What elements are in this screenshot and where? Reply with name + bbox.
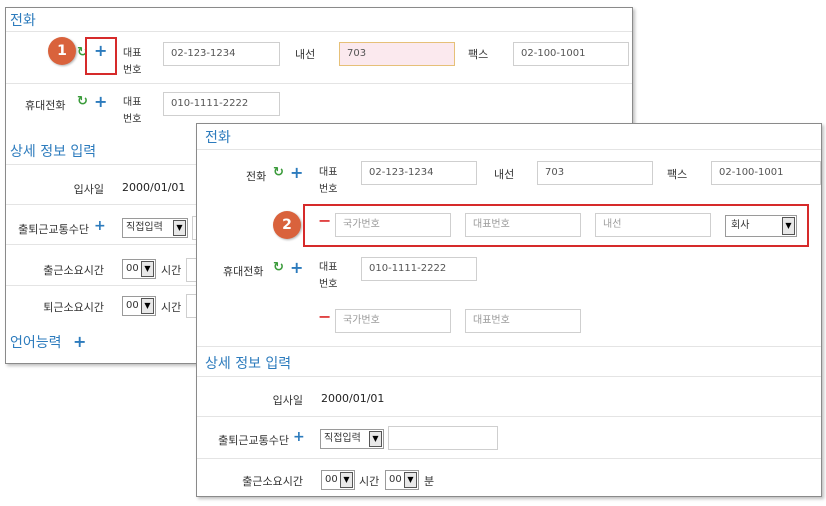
commute-select[interactable]: 직접입력 ▼ xyxy=(122,218,188,238)
extension-label: 내선 xyxy=(295,48,316,61)
commute-select[interactable]: 직접입력 ▼ xyxy=(320,429,384,449)
commute-go-label: 출근소요시간 xyxy=(242,475,303,488)
fax-input[interactable]: 02-100-1001 xyxy=(513,42,629,66)
commute-label: 출퇴근교통수단 xyxy=(18,223,89,236)
hour-label: 시간 xyxy=(161,264,182,277)
fax-input[interactable]: 02-100-1001 xyxy=(711,161,821,185)
add-phone-button[interactable]: + xyxy=(94,43,107,59)
remove-mobile-button[interactable]: − xyxy=(318,309,331,325)
go-hour-select[interactable]: 00 ▼ xyxy=(321,470,355,490)
chevron-down-icon: ▼ xyxy=(141,298,154,314)
add-mobile-button[interactable]: + xyxy=(94,94,107,110)
phone-section-title: 전화 xyxy=(10,13,36,29)
language-section-title: 언어능력 xyxy=(10,335,62,351)
commute-select-value: 직접입력 xyxy=(324,433,361,444)
refresh-icon[interactable]: ↻ xyxy=(77,95,88,109)
step-badge-2: 2 xyxy=(273,211,301,239)
step-badge-1: 1 xyxy=(48,37,76,65)
add-commute-button[interactable]: + xyxy=(94,218,106,234)
go-hour-select[interactable]: 00 ▼ xyxy=(122,259,156,279)
leave-hour-select[interactable]: 00 ▼ xyxy=(122,296,156,316)
extension-label: 내선 xyxy=(494,168,515,181)
divider xyxy=(197,416,821,417)
divider xyxy=(197,149,821,150)
remove-phone-button[interactable]: − xyxy=(318,213,331,229)
go-hour-value: 00 xyxy=(325,474,338,485)
mobile-number-input[interactable]: 010-1111-2222 xyxy=(163,92,280,116)
fax-label: 팩스 xyxy=(468,48,489,61)
chevron-down-icon: ▼ xyxy=(340,472,353,488)
refresh-icon[interactable]: ↻ xyxy=(273,261,284,275)
phone-form-after: 전화 전화 ↻ + 대표 번호 02-123-1234 내선 703 팩스 02… xyxy=(196,123,822,497)
go-minute-value: 00 xyxy=(389,474,402,485)
phone-section-title: 전화 xyxy=(205,130,231,146)
divider xyxy=(197,346,821,347)
extension-input-new[interactable]: 내선 xyxy=(595,213,711,237)
commute-label: 출퇴근교통수단 xyxy=(218,434,289,447)
join-date-label: 입사일 xyxy=(73,183,104,196)
fax-label: 팩스 xyxy=(667,168,688,181)
chevron-down-icon: ▼ xyxy=(369,431,382,447)
mobile-label: 휴대전화 xyxy=(223,265,264,278)
country-code-input[interactable]: 국가번호 xyxy=(335,213,451,237)
hour-label: 시간 xyxy=(161,301,182,314)
extension-input[interactable]: 703 xyxy=(339,42,455,66)
refresh-icon[interactable]: ↻ xyxy=(273,166,284,180)
divider xyxy=(6,31,632,32)
phone-type-value: 회사 xyxy=(731,220,750,231)
chevron-down-icon: ▼ xyxy=(782,217,795,235)
minute-label: 분 xyxy=(424,475,435,488)
add-language-button[interactable]: + xyxy=(73,334,86,350)
rep-number-label: 대표 번호 xyxy=(123,48,142,76)
divider xyxy=(6,83,632,84)
chevron-down-icon: ▼ xyxy=(141,261,154,277)
hour-label: 시간 xyxy=(359,475,380,488)
add-commute-button[interactable]: + xyxy=(293,429,305,445)
add-phone-button[interactable]: + xyxy=(290,165,303,181)
divider xyxy=(197,376,821,377)
mobile-number-input[interactable]: 010-1111-2222 xyxy=(361,257,477,281)
join-date-label: 입사일 xyxy=(272,394,303,407)
go-hour-value: 00 xyxy=(126,263,139,274)
join-date-value: 2000/01/01 xyxy=(321,392,385,405)
chevron-down-icon: ▼ xyxy=(404,472,417,488)
extension-input[interactable]: 703 xyxy=(537,161,653,185)
mobile-label: 휴대전화 xyxy=(25,99,66,112)
rep-number-label: 대표 번호 xyxy=(123,97,142,125)
chevron-down-icon: ▼ xyxy=(173,220,186,236)
join-date-value: 2000/01/01 xyxy=(122,181,186,194)
commute-go-label: 출근소요시간 xyxy=(43,264,104,277)
phone-number-input[interactable]: 02-123-1234 xyxy=(361,161,477,185)
phone-number-input[interactable]: 02-123-1234 xyxy=(163,42,280,66)
commute-input[interactable] xyxy=(388,426,498,450)
phone-type-select[interactable]: 회사 ▼ xyxy=(725,215,797,237)
mobile-rep-number-input[interactable]: 대표번호 xyxy=(465,309,581,333)
go-minute-select[interactable]: 00 ▼ xyxy=(385,470,419,490)
rep-number-label: 대표 번호 xyxy=(319,167,338,195)
divider xyxy=(197,458,821,459)
commute-leave-label: 퇴근소요시간 xyxy=(43,301,104,314)
rep-number-input[interactable]: 대표번호 xyxy=(465,213,581,237)
commute-select-value: 직접입력 xyxy=(126,222,163,233)
detail-section-title: 상세 정보 입력 xyxy=(10,144,97,160)
mobile-country-code-input[interactable]: 국가번호 xyxy=(335,309,451,333)
leave-hour-value: 00 xyxy=(126,300,139,311)
add-mobile-button[interactable]: + xyxy=(290,260,303,276)
rep-number-label: 대표 번호 xyxy=(319,262,338,290)
detail-section-title: 상세 정보 입력 xyxy=(205,356,292,372)
phone-label: 전화 xyxy=(246,170,267,183)
